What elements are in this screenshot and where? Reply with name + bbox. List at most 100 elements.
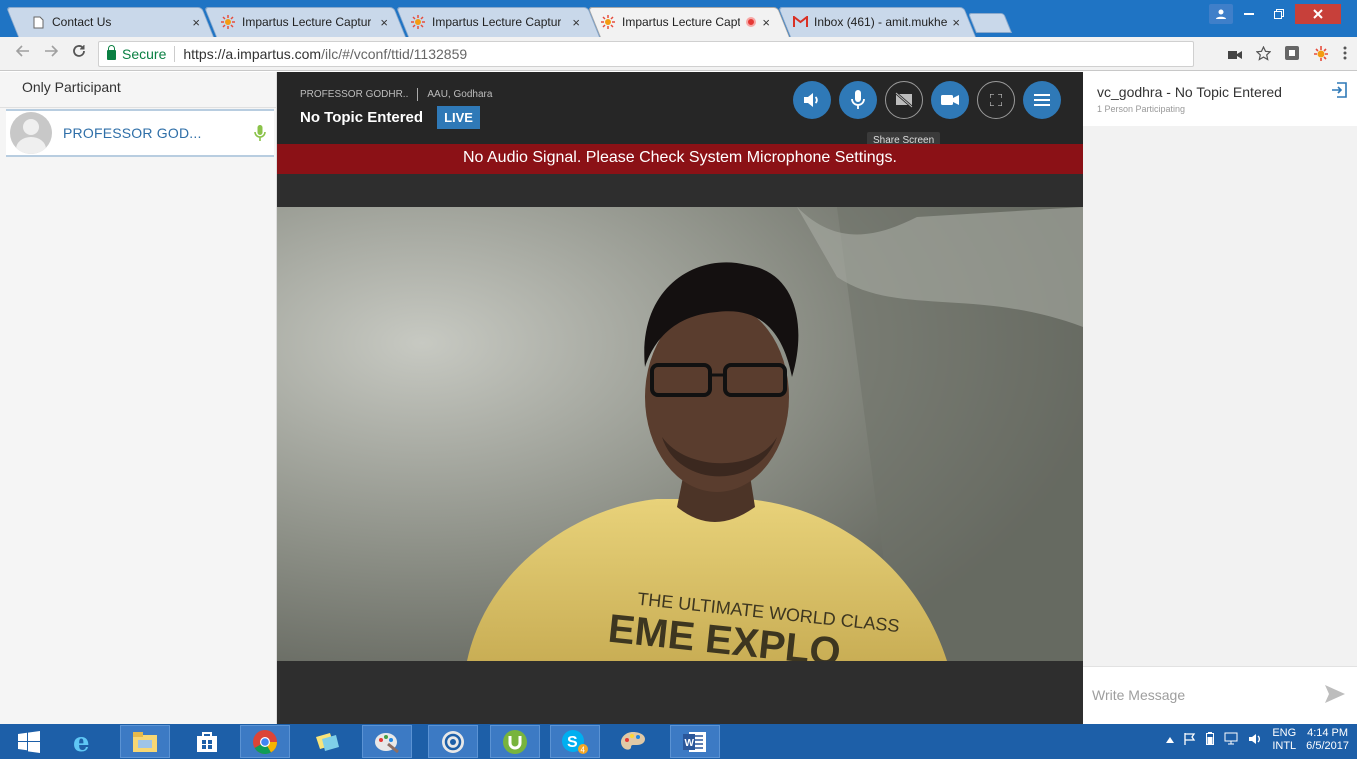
divider xyxy=(174,46,176,62)
menu-kebab-icon[interactable] xyxy=(1343,46,1347,63)
user-profile-icon[interactable] xyxy=(1209,4,1233,24)
input-language-indicator[interactable]: ENG INTL xyxy=(1272,727,1296,753)
back-icon[interactable] xyxy=(15,44,30,63)
topic-title: No Topic Entered LIVE xyxy=(300,106,480,129)
skype-icon[interactable]: S4 xyxy=(550,725,600,758)
host-name: PROFESSOR GODHR.. xyxy=(300,89,409,100)
participant-name: PROFESSOR GOD... xyxy=(63,125,202,141)
webcam-video-image: THE ULTIMATE WORLD CLASS EME EXPLO xyxy=(277,207,1083,661)
store-icon[interactable] xyxy=(182,725,232,758)
url-field[interactable]: Secure https://a.impartus.com/ilc/#/vcon… xyxy=(98,41,1194,67)
windows-start-icon[interactable] xyxy=(4,725,54,758)
live-badge: LIVE xyxy=(437,106,480,129)
chat-header: vc_godhra - No Topic Entered 1 Person Pa… xyxy=(1083,72,1357,126)
tab-impartus-1[interactable]: Impartus Lecture Captur × xyxy=(220,7,388,37)
avatar xyxy=(10,112,52,154)
impartus-extension-icon[interactable] xyxy=(1313,45,1329,64)
conference-controls xyxy=(793,81,1061,119)
internet-explorer-icon[interactable]: e xyxy=(58,725,108,758)
camera-button[interactable] xyxy=(931,81,969,119)
fullscreen-icon xyxy=(990,94,1002,106)
close-window-icon[interactable] xyxy=(1295,4,1341,24)
tab-title: Impartus Lecture Captur xyxy=(242,15,372,29)
close-tab-icon[interactable]: × xyxy=(952,15,960,30)
topic-text: No Topic Entered xyxy=(300,109,424,126)
svg-text:e: e xyxy=(73,729,90,755)
divider xyxy=(417,88,419,101)
impartus-icon xyxy=(600,14,616,30)
sticky-notes-icon[interactable] xyxy=(302,725,352,758)
minimize-icon[interactable] xyxy=(1235,4,1263,24)
system-tray: ENG INTL 4:14 PM 6/5/2017 xyxy=(1166,727,1349,753)
clock-time: 4:14 PM xyxy=(1307,727,1349,739)
close-tab-icon[interactable]: × xyxy=(762,15,770,30)
keyboard-layout: INTL xyxy=(1272,740,1297,752)
close-tab-icon[interactable]: × xyxy=(192,15,200,30)
participant-count: 1 Person Participating xyxy=(1097,104,1186,114)
url-host: https://a.impartus.com xyxy=(183,46,322,62)
file-explorer-icon[interactable] xyxy=(120,725,170,758)
menu-button[interactable] xyxy=(1023,81,1061,119)
battery-icon[interactable] xyxy=(1206,732,1215,748)
fullscreen-button[interactable] xyxy=(977,81,1015,119)
impartus-icon xyxy=(220,14,236,30)
utorrent-icon[interactable] xyxy=(490,725,540,758)
tab-impartus-2[interactable]: Impartus Lecture Captur × xyxy=(410,7,580,37)
camera-indicator-icon[interactable] xyxy=(1228,47,1242,63)
tab-impartus-active[interactable]: Impartus Lecture Capt × xyxy=(600,7,770,37)
tab-gmail[interactable]: Inbox (461) - amit.mukhe × xyxy=(792,7,960,37)
svg-text:S: S xyxy=(567,734,578,751)
participant-row[interactable]: PROFESSOR GOD... xyxy=(6,109,274,157)
svg-text:4: 4 xyxy=(581,745,586,754)
svg-text:W: W xyxy=(685,738,695,749)
share-screen-button[interactable] xyxy=(885,81,923,119)
system-clock[interactable]: 4:14 PM 6/5/2017 xyxy=(1306,727,1349,753)
browser-actions xyxy=(1228,45,1347,64)
tab-title: Impartus Lecture Capt xyxy=(622,15,740,29)
tab-title: Contact Us xyxy=(52,15,112,29)
microphone-icon xyxy=(851,90,865,109)
extension-icon[interactable] xyxy=(1285,46,1299,63)
forward-icon[interactable] xyxy=(44,44,59,63)
video-feed[interactable]: THE ULTIMATE WORLD CLASS EME EXPLO xyxy=(277,207,1083,661)
paint-icon[interactable] xyxy=(362,725,412,758)
bookmark-star-icon[interactable] xyxy=(1255,45,1272,64)
speaker-button[interactable] xyxy=(793,81,831,119)
chat-title: vc_godhra - No Topic Entered xyxy=(1097,84,1282,100)
send-icon[interactable] xyxy=(1325,685,1345,708)
secure-indicator[interactable]: Secure xyxy=(107,45,166,62)
reload-icon[interactable] xyxy=(72,44,86,63)
microphone-icon[interactable] xyxy=(254,125,266,147)
video-conference-area: PROFESSOR GODHR.. AAU, Godhara No Topic … xyxy=(277,72,1083,724)
gmail-icon xyxy=(792,14,808,30)
microphone-button[interactable] xyxy=(839,81,877,119)
exit-icon[interactable] xyxy=(1331,82,1347,103)
close-tab-icon[interactable]: × xyxy=(380,15,388,30)
network-icon[interactable] xyxy=(1224,732,1238,748)
tab-contact-us[interactable]: Contact Us × xyxy=(30,7,200,37)
browser-tab-strip: Contact Us × Impartus Lecture Captur × I… xyxy=(0,0,1357,38)
volume-icon[interactable] xyxy=(1248,733,1262,748)
show-hidden-icons-icon[interactable] xyxy=(1166,734,1175,746)
participants-heading: Only Participant xyxy=(0,72,276,108)
chrome-icon[interactable] xyxy=(240,725,290,758)
action-center-flag-icon[interactable] xyxy=(1184,732,1196,748)
windows-taskbar: e S4 W ENG INTL 4:14 PM 6/5/2017 xyxy=(0,724,1357,759)
chat-message-input[interactable]: Write Message xyxy=(1083,666,1357,724)
camera-icon xyxy=(941,95,959,105)
word-icon[interactable]: W xyxy=(670,725,720,758)
new-tab-button[interactable] xyxy=(967,13,1013,33)
url-text: https://a.impartus.com/ilc/#/vconf/ttid/… xyxy=(183,46,467,62)
lock-icon xyxy=(107,45,116,60)
restore-icon[interactable] xyxy=(1265,4,1293,24)
media-icon[interactable] xyxy=(428,725,478,758)
speaker-icon xyxy=(804,93,818,107)
close-tab-icon[interactable]: × xyxy=(572,15,580,30)
impartus-icon xyxy=(410,14,426,30)
url-path: /ilc/#/vconf/ttid/1132859 xyxy=(321,46,468,62)
message-placeholder[interactable]: Write Message xyxy=(1092,687,1185,703)
paint-palette-icon[interactable] xyxy=(608,725,658,758)
recording-icon xyxy=(746,17,756,27)
share-screen-icon xyxy=(895,92,913,108)
audio-warning-banner: No Audio Signal. Please Check System Mic… xyxy=(277,144,1083,174)
